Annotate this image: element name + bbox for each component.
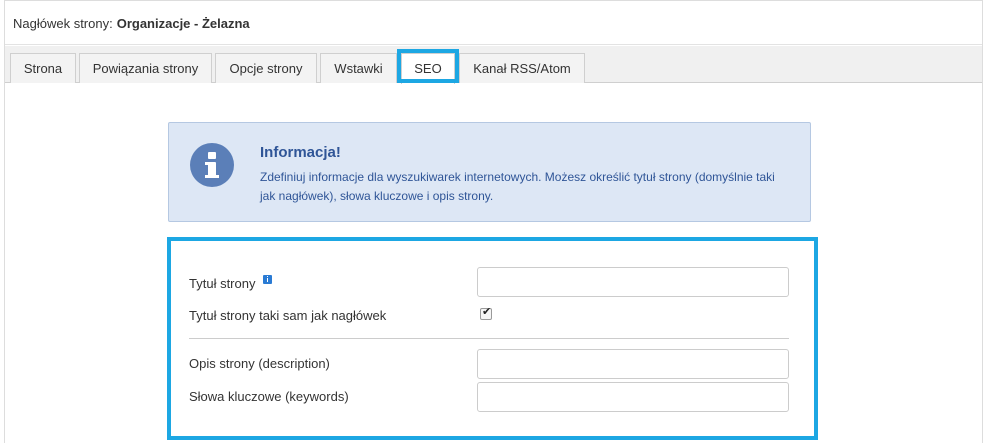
- tab-wstawki[interactable]: Wstawki: [320, 53, 397, 83]
- keywords-input[interactable]: [477, 382, 789, 412]
- page-title-label-text: Tytuł strony: [189, 276, 256, 291]
- tab-kanal-rss-atom[interactable]: Kanał RSS/Atom: [459, 53, 585, 83]
- info-title: Informacja!: [260, 144, 341, 161]
- tabs-bar: Strona Powiązania strony Opcje strony Ws…: [5, 46, 982, 84]
- form-divider: [189, 338, 789, 339]
- page-title-input[interactable]: [477, 267, 789, 297]
- page-title-label: Tytuł strony: [189, 275, 273, 291]
- description-input[interactable]: [477, 349, 789, 379]
- description-label: Opis strony (description): [189, 356, 330, 371]
- info-circle-icon: [190, 143, 234, 187]
- tab-seo[interactable]: SEO: [401, 53, 455, 84]
- page-heading-value: Organizacje - Żelazna: [116, 16, 250, 31]
- info-square-icon[interactable]: [263, 275, 273, 284]
- checkmark-icon: ✔: [482, 305, 492, 318]
- same-as-header-label: Tytuł strony taki sam jak nagłówek: [189, 308, 387, 323]
- info-text: Zdefiniuj informacje dla wyszukiwarek in…: [260, 170, 775, 203]
- info-alert: Informacja! Zdefiniuj informacje dla wys…: [168, 122, 811, 222]
- tab-strona[interactable]: Strona: [10, 53, 76, 83]
- page-header: Nagłówek strony: Organizacje - Żelazna: [5, 1, 982, 45]
- page-heading-label: Nagłówek strony:: [13, 16, 113, 31]
- tab-opcje-strony[interactable]: Opcje strony: [215, 53, 317, 83]
- keywords-label: Słowa kluczowe (keywords): [189, 389, 349, 404]
- same-as-header-checkbox[interactable]: ✔: [480, 305, 492, 320]
- page-heading: Nagłówek strony: Organizacje - Żelazna: [13, 16, 250, 31]
- tab-powiazania-strony[interactable]: Powiązania strony: [79, 53, 212, 83]
